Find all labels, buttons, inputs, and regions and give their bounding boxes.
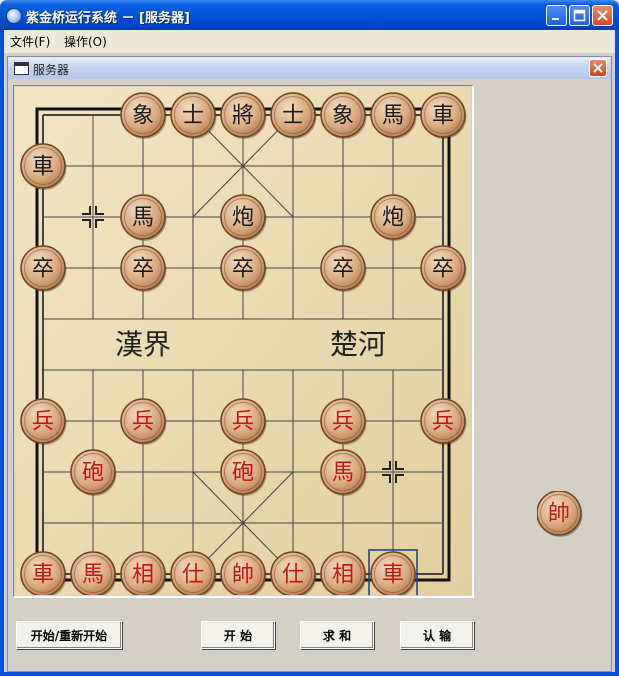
window-title: 紫金桥运行系统 － [服务器] [26,11,190,26]
close-button[interactable] [592,5,613,26]
piece-label: 砲 [82,461,104,486]
minimize-icon [552,18,559,20]
child-window-icon [14,62,29,75]
title-bar[interactable]: 紫金桥运行系统 － [服务器] [0,0,619,30]
river-text-right: 楚河 [330,328,386,361]
piece-label: 仕 [282,563,304,588]
menu-file[interactable]: 文件(F) [10,33,50,50]
piece-label: 卒 [432,257,454,282]
piece-label: 士 [282,104,304,129]
xiangqi-board[interactable]: 漢界 楚河 象士將士象馬車車馬炮炮卒卒卒卒卒兵兵兵兵兵砲砲馬車馬相仕帥仕相車 [15,87,471,595]
minimize-button[interactable] [546,5,567,26]
close-icon [593,63,603,73]
close-icon [597,10,608,21]
maximize-icon [573,9,586,22]
child-title-bar[interactable]: 服务器 [8,57,611,79]
piece-label: 車 [432,104,454,129]
piece-label: 兵 [432,410,454,435]
piece-label: 仕 [182,563,204,588]
piece-label: 卒 [132,257,154,282]
piece-label: 車 [382,563,404,588]
menu-operation[interactable]: 操作(O) [64,33,107,50]
piece-label: 帥 [232,563,254,588]
piece-label: 兵 [332,410,354,435]
piece-label: 將 [232,104,254,129]
menu-bar: 文件(F) 操作(O) [4,30,615,51]
piece-label: 象 [332,104,354,129]
piece-label: 卒 [332,257,354,282]
piece-label: 卒 [232,257,254,282]
resign-button[interactable]: 认 输 [400,621,474,649]
child-window-title: 服务器 [33,63,70,77]
piece-label: 帥 [548,502,570,527]
start-restart-button[interactable]: 开始/重新开始 [16,621,122,649]
piece-label: 炮 [232,206,254,231]
piece-label: 馬 [382,104,404,129]
piece-label: 砲 [232,461,254,486]
piece-label: 馬 [132,206,154,231]
piece-label: 兵 [132,410,154,435]
piece-label: 相 [332,563,354,588]
piece-label: 兵 [232,410,254,435]
river-text-left: 漢界 [115,328,171,361]
piece-label: 車 [32,155,54,180]
maximize-button[interactable] [569,5,590,26]
piece-label: 車 [32,563,54,588]
piece-label: 馬 [82,563,104,588]
piece-label: 馬 [332,461,354,486]
draw-button[interactable]: 求 和 [300,621,374,649]
piece-label: 炮 [382,206,404,231]
window-frame-right [615,30,619,676]
red-piece[interactable]: 帥 [537,491,583,537]
piece-label: 相 [132,563,154,588]
piece-label: 卒 [32,257,54,282]
piece-label: 士 [182,104,204,129]
child-close-button[interactable] [589,59,607,77]
window-frame-bottom [0,672,619,676]
piece-label: 象 [132,104,154,129]
side-piece[interactable]: 帥 [537,491,583,537]
piece-label: 兵 [32,410,54,435]
app-icon [6,8,22,24]
start-button[interactable]: 开 始 [201,621,275,649]
